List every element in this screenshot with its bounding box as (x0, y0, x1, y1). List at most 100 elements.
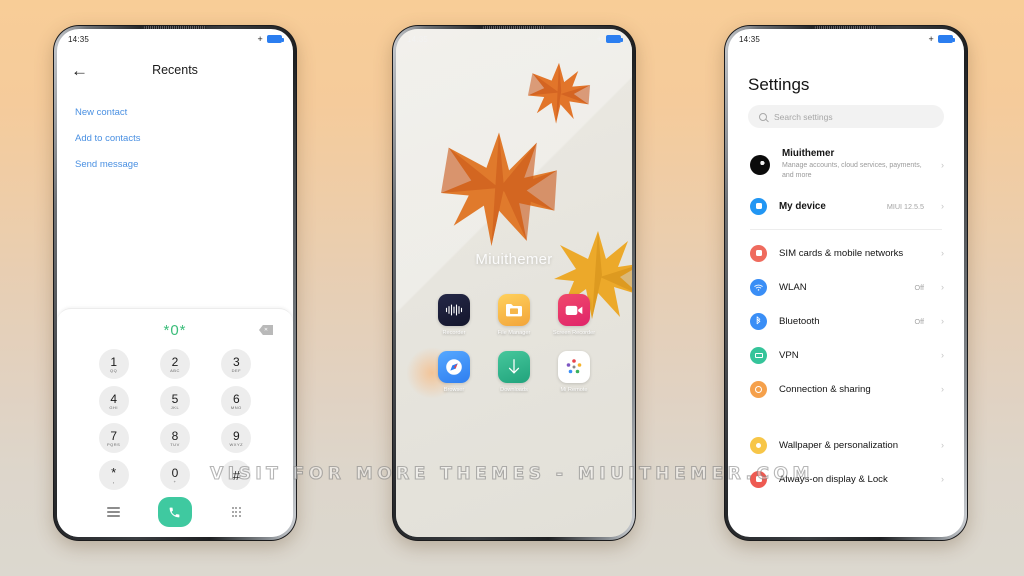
settings-row-always-on-display[interactable]: Always-on display & Lock › (728, 462, 964, 496)
dialer-actions-list: New contact Add to contacts Send message (57, 91, 293, 179)
settings-row-wlan[interactable]: WLAN Off › (728, 270, 964, 304)
settings-row-label: WLAN (779, 281, 807, 293)
status-bar: 14:35 + (57, 29, 293, 49)
settings-row-vpn[interactable]: VPN › (728, 338, 964, 372)
vpn-icon (750, 346, 767, 364)
key-9[interactable]: 9 WXYZ (221, 423, 252, 453)
status-bar: 14:35 + (728, 29, 964, 49)
wifi-glyph (754, 284, 763, 291)
app-recorder[interactable]: Recorder (427, 294, 481, 337)
settings-row-label: My device (779, 200, 826, 212)
key-0[interactable]: 0 + (159, 460, 190, 490)
add-to-contacts-link[interactable]: Add to contacts (75, 127, 275, 153)
mi-remote-icon (558, 350, 590, 383)
app-grid: Recorder File Manager Screen Recorder Br… (396, 294, 632, 394)
dialed-number: *0* (163, 321, 187, 339)
battery-icon (606, 35, 623, 43)
plus-icon: + (596, 33, 602, 44)
account-subtitle: Manage accounts, cloud services, payment… (782, 162, 922, 180)
key-7[interactable]: 7 PQRS (98, 423, 129, 453)
keypad-icon[interactable] (231, 507, 241, 517)
settings-row-connection-sharing[interactable]: Connection & sharing › (728, 372, 964, 406)
backspace-icon[interactable]: ✕ (259, 325, 273, 335)
search-icon (759, 112, 767, 121)
earpiece-grille (144, 26, 206, 29)
app-browser[interactable]: Browser (427, 350, 481, 394)
waveform-icon (445, 304, 463, 316)
account-name: Miuithemer (782, 148, 835, 159)
chevron-right-icon: › (941, 248, 944, 259)
key-letters: QQ (110, 367, 118, 373)
key-1[interactable]: 1 QQ (98, 349, 129, 379)
status-icons: + (257, 33, 284, 44)
key-8[interactable]: 8 TUV (159, 423, 190, 453)
key-letters: , (112, 478, 115, 485)
settings-row-wallpaper[interactable]: Wallpaper & personalization › (728, 428, 964, 462)
key-digit: 1 (110, 354, 117, 369)
file-manager-icon (498, 294, 530, 326)
wallpaper-icon (750, 436, 767, 454)
app-label: Mi Remote (560, 386, 588, 393)
phone1-screen: 14:35 + ← Recents New contact Add to con… (57, 29, 293, 537)
connection-icon (750, 380, 767, 398)
key-letters: + (173, 478, 177, 484)
key-digit: 9 (232, 428, 240, 443)
chevron-right-icon: › (941, 384, 944, 395)
key-6[interactable]: 6 MNO (221, 386, 252, 416)
settings-row-my-device[interactable]: My device MIUI 12.5.5 › (728, 189, 964, 223)
chevron-right-icon: › (941, 201, 944, 212)
phone-home-screen: 14:35 + Miuithemer Recorder File Manager… (392, 25, 636, 541)
page-title: Settings (748, 75, 810, 94)
dialer-bottom-bar (57, 490, 293, 537)
app-label: Recorder (442, 330, 466, 336)
settings-row-sim-cards[interactable]: SIM cards & mobile networks › (728, 236, 964, 270)
key-letters: GHI (109, 404, 118, 410)
battery-icon (267, 35, 284, 43)
menu-icon[interactable] (107, 505, 121, 520)
phone-settings: 14:35 + Settings Search settings Miuithe… (724, 25, 968, 541)
app-label: File Manager (497, 330, 531, 336)
device-icon (750, 197, 767, 215)
key-digit: 3 (232, 354, 240, 369)
chevron-right-icon: › (941, 474, 944, 485)
key-2[interactable]: 2 ABC (159, 349, 190, 379)
wifi-icon (750, 278, 767, 296)
dialer-spacer (57, 179, 293, 308)
call-button[interactable] (157, 497, 192, 527)
app-screen-recorder[interactable]: Screen Recorder (547, 294, 601, 337)
app-file-manager[interactable]: File Manager (487, 294, 541, 337)
key-hash[interactable]: # (221, 460, 252, 490)
remote-dots-icon (566, 359, 582, 374)
key-star[interactable]: *, (98, 460, 129, 490)
keypad-panel: *0* ✕ 1 QQ 2 ABC 3 DEF 4 GHI 5 JKL 6 MNO 7 PQRS… (57, 308, 293, 537)
list-gap (728, 406, 964, 428)
key-digit: 0 (171, 465, 179, 480)
screen-recorder-icon (558, 294, 590, 326)
video-camera-icon (565, 305, 583, 315)
chevron-right-icon: › (941, 282, 944, 293)
send-message-link[interactable]: Send message (75, 153, 275, 179)
status-icons: + (929, 34, 955, 44)
app-downloads[interactable]: Downloads (487, 350, 541, 394)
plus-icon: + (257, 33, 263, 44)
status-bar: 14:35 + (396, 29, 632, 49)
key-5[interactable]: 5 JKL (159, 386, 190, 416)
status-clock: 14:35 (68, 34, 90, 44)
key-letters: ABC (170, 367, 180, 373)
lock-icon (750, 470, 767, 488)
key-4[interactable]: 4 GHI (98, 386, 129, 416)
status-clock: 14:35 (739, 34, 761, 44)
settings-row-bluetooth[interactable]: Bluetooth Off › (728, 304, 964, 338)
app-mi-remote[interactable]: Mi Remote (547, 350, 601, 394)
key-letters: JKL (170, 404, 180, 410)
key-letters: WXYZ (229, 441, 244, 447)
account-row[interactable]: Miuithemer Manage accounts, cloud servic… (728, 140, 964, 189)
account-text: Miuithemer Manage accounts, cloud servic… (782, 148, 929, 181)
keypad-grid: 1 QQ 2 ABC 3 DEF 4 GHI 5 JKL 6 MNO 7 PQRS 8 TUV … (57, 345, 293, 490)
app-label: Screen Recorder (552, 330, 596, 336)
phone3-screen: 14:35 + Settings Search settings Miuithe… (728, 29, 964, 537)
search-placeholder: Search settings (774, 111, 833, 122)
new-contact-link[interactable]: New contact (75, 101, 275, 127)
key-3[interactable]: 3 DEF (221, 349, 252, 379)
search-input[interactable]: Search settings (748, 105, 944, 128)
